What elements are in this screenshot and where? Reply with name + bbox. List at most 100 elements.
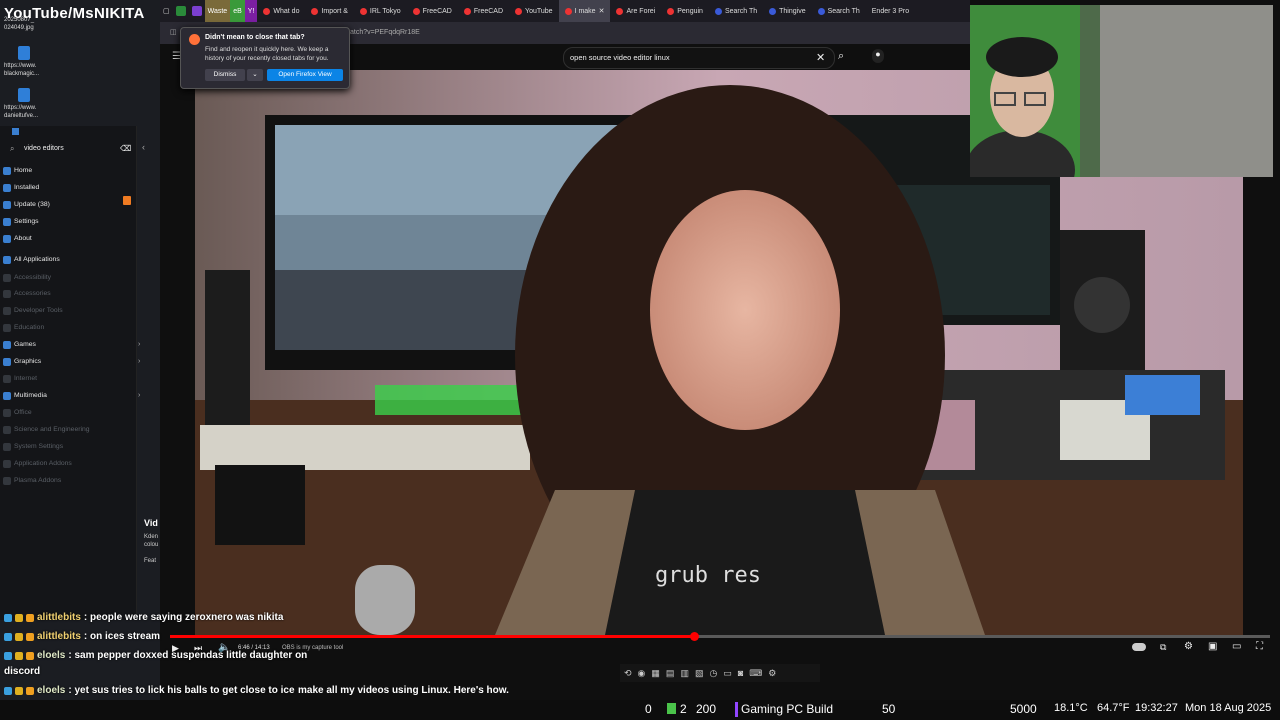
launcher-item[interactable]: Internet	[3, 374, 37, 383]
file-icon	[18, 88, 30, 102]
pinned-tab[interactable]: Y!	[244, 0, 258, 22]
launcher-item[interactable]: Multimedia ›	[3, 391, 140, 400]
window-icon[interactable]: ▤	[666, 668, 675, 679]
launcher-logo-icon	[12, 128, 19, 135]
youtube-favicon-icon	[667, 7, 675, 15]
launcher-item[interactable]: Science and Engineering	[3, 425, 90, 434]
launcher-item[interactable]: Office	[3, 408, 32, 417]
chat-message: eloels: yet sus tries to lick his balls …	[4, 685, 295, 696]
sidebar-toggle-icon[interactable]: ◫	[170, 28, 177, 36]
open-firefox-view-button[interactable]: Open Firefox View	[267, 69, 343, 81]
launcher-item[interactable]: Plasma Addons	[3, 476, 62, 485]
browser-tab[interactable]: Penguin	[661, 0, 709, 22]
settings-gear-icon[interactable]: ⚙	[768, 668, 776, 679]
browser-tab[interactable]: FreeCAD	[458, 0, 509, 22]
firefox-icon	[189, 34, 200, 45]
launcher-item[interactable]: About	[3, 234, 32, 243]
browser-tab[interactable]: Thingive	[763, 0, 811, 22]
category-icon	[3, 166, 11, 175]
launcher-item[interactable]: System Settings	[3, 442, 63, 451]
launcher-item[interactable]: Settings	[3, 217, 39, 226]
launcher-item[interactable]: Graphics ›	[3, 357, 140, 366]
clock-icon[interactable]: ◷	[709, 668, 717, 679]
date: Mon 18 Aug 2025	[1185, 702, 1272, 714]
autoplay-toggle[interactable]	[1132, 643, 1146, 651]
launcher-item[interactable]: Home	[3, 166, 32, 175]
launcher-search-field[interactable]: ⌕ video editors ⌫	[10, 142, 132, 155]
window-icon[interactable]: ▥	[680, 668, 689, 679]
audio-icon[interactable]: ◉	[638, 668, 646, 679]
badge-icon	[15, 651, 23, 660]
browser-tab[interactable]: YouTube	[509, 0, 559, 22]
fullscreen-icon[interactable]: ⛶	[1256, 641, 1263, 652]
tab-label: FreeCAD	[473, 7, 504, 15]
side-desc: Kden	[144, 534, 159, 540]
file-label: 024049.jpg	[4, 25, 34, 31]
video-progress-bar[interactable]	[170, 632, 1270, 641]
launcher-item[interactable]: Education	[3, 323, 44, 332]
category-icon	[3, 217, 11, 226]
window-icon[interactable]: ▦	[651, 668, 660, 679]
settings-gear-icon[interactable]: ⚙	[1184, 641, 1193, 652]
category-icon	[3, 374, 11, 383]
file-label: danieltufve...	[4, 113, 39, 119]
launcher-item-label: Multimedia	[14, 392, 47, 399]
file-label: https://www.	[4, 105, 37, 111]
miniplayer-icon[interactable]: ▣	[1208, 641, 1217, 652]
stat-value: 2	[680, 702, 687, 716]
launcher-item[interactable]: Update (38)	[3, 200, 50, 209]
launcher-item[interactable]: Accessories	[3, 289, 51, 298]
browser-tab[interactable]: FreeCAD	[407, 0, 458, 22]
clock: 19:32:27	[1135, 702, 1178, 714]
search-input[interactable]: open source video editor linux	[570, 53, 670, 62]
camera-icon[interactable]: ◙	[738, 668, 743, 678]
theater-mode-icon[interactable]: ▭	[1232, 641, 1241, 652]
youtube-favicon-icon	[311, 7, 319, 15]
window-icon[interactable]: ▧	[695, 668, 704, 679]
repeat-icon[interactable]: ⟲	[624, 668, 632, 679]
chat-text: discord	[4, 666, 41, 677]
launcher-item[interactable]: Installed	[3, 183, 39, 192]
chevron-down-icon[interactable]: ⌄	[247, 69, 263, 81]
keyboard-icon[interactable]: ⌨	[749, 668, 762, 679]
desktop-file-icon[interactable]: https://www. danieltufve...	[4, 88, 54, 120]
pinned-tab[interactable]	[173, 0, 189, 22]
window-icon[interactable]: ▭	[723, 668, 732, 679]
launcher-item-label: Plasma Addons	[14, 477, 62, 484]
browser-tab[interactable]: Search Th	[812, 0, 866, 22]
pinned-tab[interactable]: Waste	[204, 0, 231, 22]
category-icon	[3, 408, 11, 417]
clear-search-icon[interactable]: ✕	[816, 51, 825, 64]
browser-tab-active[interactable]: I make ✕	[558, 0, 611, 22]
chevron-left-icon[interactable]: ‹	[142, 142, 145, 152]
microphone-icon[interactable]: ●	[872, 49, 884, 63]
launcher-item[interactable]: Developer Tools	[3, 306, 63, 315]
browser-tab[interactable]: Ender 3 Pro	[866, 0, 915, 22]
launcher-search-input[interactable]: video editors	[24, 145, 64, 152]
pinned-tab[interactable]: eB	[230, 0, 245, 22]
search-icon[interactable]: ⌕	[838, 50, 844, 63]
clear-text-icon[interactable]: ⌫	[120, 144, 131, 153]
captions-icon[interactable]: ⧉	[1160, 642, 1166, 653]
chevron-right-icon: ›	[138, 392, 141, 399]
youtube-search-box[interactable]: open source video editor linux ✕	[563, 47, 835, 69]
badge-icon	[4, 632, 12, 641]
tab-label: Search Th	[827, 7, 860, 15]
browser-tab[interactable]: Are Forei	[610, 0, 661, 22]
launcher-item[interactable]: Application Addons	[3, 459, 72, 468]
launcher-item[interactable]: All Applications	[3, 255, 60, 264]
browser-tab[interactable]: IRL Tokyo	[354, 0, 407, 22]
launcher-item[interactable]: Games ›	[3, 340, 140, 349]
pinned-tab[interactable]	[189, 0, 205, 22]
side-title: Vid	[144, 518, 158, 528]
tab-label: Are Forei	[626, 7, 656, 15]
browser-tab[interactable]: What do	[257, 0, 305, 22]
launcher-item[interactable]: Accessibility	[3, 273, 51, 282]
progress-scrubber[interactable]	[689, 632, 699, 641]
close-tab-icon[interactable]: ✕	[599, 7, 605, 15]
desktop-file-icon[interactable]: https://www. blackmagic...	[4, 46, 54, 78]
dismiss-button[interactable]: Dismiss	[205, 69, 245, 81]
browser-tab[interactable]: Import &	[305, 0, 353, 22]
tab-list-button[interactable]: ▢	[160, 0, 173, 22]
browser-tab[interactable]: Search Th	[709, 0, 763, 22]
